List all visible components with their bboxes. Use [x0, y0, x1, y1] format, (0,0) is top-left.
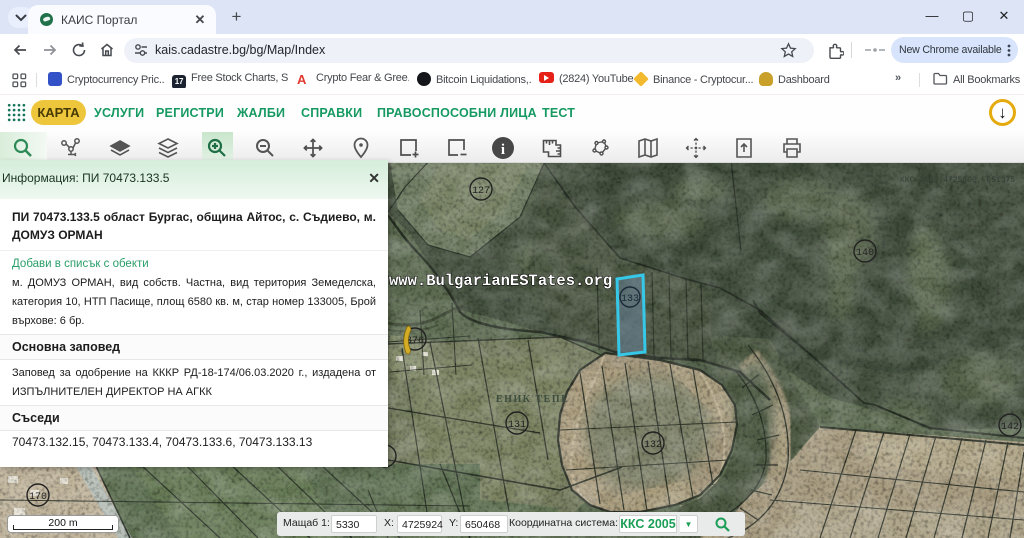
svg-text:132: 132: [644, 440, 662, 451]
svg-text:ЕНИК ТЕПЕ: ЕНИК ТЕПЕ: [496, 394, 569, 405]
svg-text:www.BulgarianESTates.org: www.BulgarianESTates.org: [389, 272, 612, 290]
svg-text:127: 127: [472, 186, 490, 197]
svg-text:140: 140: [856, 248, 874, 259]
svg-text:ККС 2005 4725806, 651375: ККС 2005 4725806, 651375: [900, 176, 1015, 185]
svg-text:142: 142: [1001, 422, 1019, 433]
svg-text:170: 170: [29, 492, 47, 503]
svg-text:i: i: [501, 142, 505, 158]
svg-text:133: 133: [621, 294, 639, 305]
svg-text:131: 131: [508, 420, 526, 431]
